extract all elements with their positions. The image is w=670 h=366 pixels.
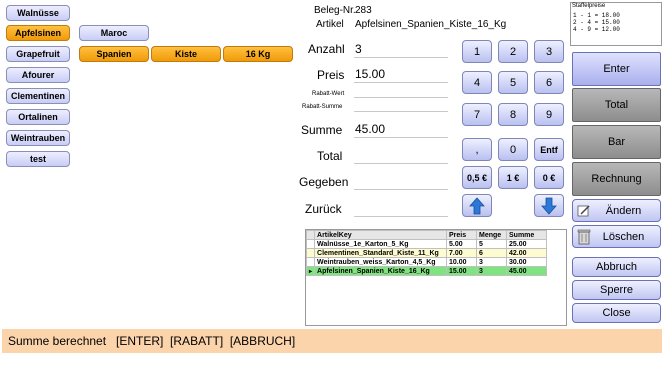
- key-7[interactable]: 7: [462, 103, 492, 126]
- column-header-artikelkey[interactable]: ArtikelKey: [314, 230, 448, 240]
- key-2[interactable]: 2: [498, 40, 528, 63]
- cell-artikel: Weintrauben_weiss_Karton_4,5_Kg: [314, 257, 448, 267]
- staffel-title: Staffelpreise: [572, 3, 606, 9]
- artikel-value: Apfelsinen_Spanien_Kiste_16_Kg: [355, 19, 507, 30]
- zurueck-label: Zurück: [305, 202, 342, 216]
- cell-preis: 10.00: [446, 257, 478, 267]
- cell-menge: 6: [476, 248, 508, 258]
- loeschen-label: Löschen: [602, 230, 645, 243]
- key-5[interactable]: 5: [498, 71, 528, 94]
- status-bar: Summe berechnet [ENTER] [RABATT] [ABBRUC…: [2, 329, 662, 353]
- enter-button[interactable]: Enter: [572, 52, 661, 86]
- table-row-selected[interactable]: ▸ Apfelsinen_Spanien_Kiste_16_Kg 15.00 3…: [305, 266, 548, 276]
- cell-preis: 5.00: [446, 239, 478, 249]
- aendern-label: Ändern: [605, 204, 642, 217]
- rechnung-button[interactable]: Rechnung: [572, 162, 661, 196]
- cell-summe: 25.00: [506, 239, 548, 249]
- category-button-ortalinen[interactable]: Ortalinen: [6, 109, 70, 125]
- column-header-menge[interactable]: Menge: [476, 230, 508, 240]
- column-header-summe[interactable]: Summe: [506, 230, 548, 240]
- abbruch-button[interactable]: Abbruch: [572, 257, 661, 277]
- bar-button[interactable]: Bar: [572, 125, 661, 159]
- beleg-value: 283: [355, 5, 372, 16]
- cell-summe: 45.00: [506, 266, 548, 276]
- staffel-list: 1 - 1 = 18.00 2 - 4 = 15.00 4 - 9 = 12.0…: [573, 12, 620, 33]
- aendern-button[interactable]: Ändern: [572, 199, 661, 222]
- column-header-preis[interactable]: Preis: [446, 230, 478, 240]
- country-button[interactable]: Spanien: [79, 46, 149, 62]
- package-button[interactable]: Kiste: [151, 46, 221, 62]
- key-comma[interactable]: ,: [462, 138, 492, 161]
- category-button-weintrauben[interactable]: Weintrauben: [6, 130, 70, 146]
- loeschen-button[interactable]: Löschen: [572, 225, 661, 248]
- cell-menge: 3: [476, 257, 508, 267]
- table-row[interactable]: Weintrauben_weiss_Karton_4,5_Kg 10.00 3 …: [305, 257, 548, 267]
- key-9[interactable]: 9: [534, 103, 564, 126]
- cell-menge: 5: [476, 239, 508, 249]
- rabatt-wert-label: Rabatt-Wert: [312, 91, 345, 97]
- key-6[interactable]: 6: [534, 71, 564, 94]
- key-1[interactable]: 1: [462, 40, 492, 63]
- key-50-cent[interactable]: 0,5 €: [462, 166, 492, 189]
- table-row[interactable]: Walnüsse_1e_Karton_5_Kg 5.00 5 25.00: [305, 239, 548, 249]
- key-entf[interactable]: Entf: [534, 138, 564, 161]
- key-4[interactable]: 4: [462, 71, 492, 94]
- category-button-test[interactable]: test: [6, 151, 70, 167]
- category-button-grapefruit[interactable]: Grapefruit: [6, 46, 70, 62]
- key-0-euro[interactable]: 0 €: [534, 166, 564, 189]
- cell-summe: 30.00: [506, 257, 548, 267]
- arrow-up-icon: [469, 196, 485, 214]
- anzahl-field[interactable]: 3: [355, 42, 362, 56]
- category-button-clementinen[interactable]: Clementinen: [6, 88, 70, 104]
- key-0[interactable]: 0: [498, 138, 528, 161]
- arrow-up-button[interactable]: [462, 194, 492, 217]
- rabatt-summe-label: Rabatt-Summe: [302, 104, 343, 110]
- total-label: Total: [317, 149, 343, 163]
- cell-artikel: Clementinen_Standard_Kiste_11_Kg: [314, 248, 448, 258]
- cell-preis: 15.00: [446, 266, 478, 276]
- key-3[interactable]: 3: [534, 40, 564, 63]
- summe-field: 45.00: [355, 122, 386, 136]
- category-button-walnuesse[interactable]: Walnüsse: [6, 5, 70, 21]
- anzahl-label: Anzahl: [308, 42, 345, 56]
- gegeben-label: Gegeben: [299, 175, 349, 189]
- edit-icon: [577, 205, 590, 217]
- arrow-down-icon: [541, 197, 557, 215]
- row-pointer-icon: ▸: [305, 266, 316, 276]
- artikel-label: Artikel: [316, 19, 344, 30]
- key-8[interactable]: 8: [498, 103, 528, 126]
- summe-label: Summe: [301, 123, 343, 137]
- cell-artikel: Apfelsinen_Spanien_Kiste_16_Kg: [314, 266, 448, 276]
- total-button[interactable]: Total: [572, 88, 661, 122]
- preis-field[interactable]: 15.00: [355, 67, 385, 81]
- weight-button[interactable]: 16 Kg: [223, 46, 293, 62]
- category-button-afourer[interactable]: Afourer: [6, 67, 70, 83]
- table-row[interactable]: Clementinen_Standard_Kiste_11_Kg 7.00 6 …: [305, 248, 548, 258]
- order-grid: ArtikelKey Preis Menge Summe Walnüsse_1e…: [305, 230, 548, 276]
- close-button[interactable]: Close: [572, 303, 661, 323]
- category-button-apfelsinen[interactable]: Apfelsinen: [6, 25, 70, 41]
- cell-menge: 3: [476, 266, 508, 276]
- arrow-down-button[interactable]: [534, 194, 564, 217]
- preis-label: Preis: [317, 68, 345, 82]
- cell-preis: 7.00: [446, 248, 478, 258]
- cell-artikel: Walnüsse_1e_Karton_5_Kg: [314, 239, 448, 249]
- origin-button[interactable]: Maroc: [79, 25, 149, 41]
- beleg-label: Beleg-Nr.: [314, 5, 356, 16]
- cell-summe: 42.00: [506, 248, 548, 258]
- key-1-euro[interactable]: 1 €: [498, 166, 528, 189]
- trash-icon: [577, 229, 591, 245]
- sperre-button[interactable]: Sperre: [572, 280, 661, 300]
